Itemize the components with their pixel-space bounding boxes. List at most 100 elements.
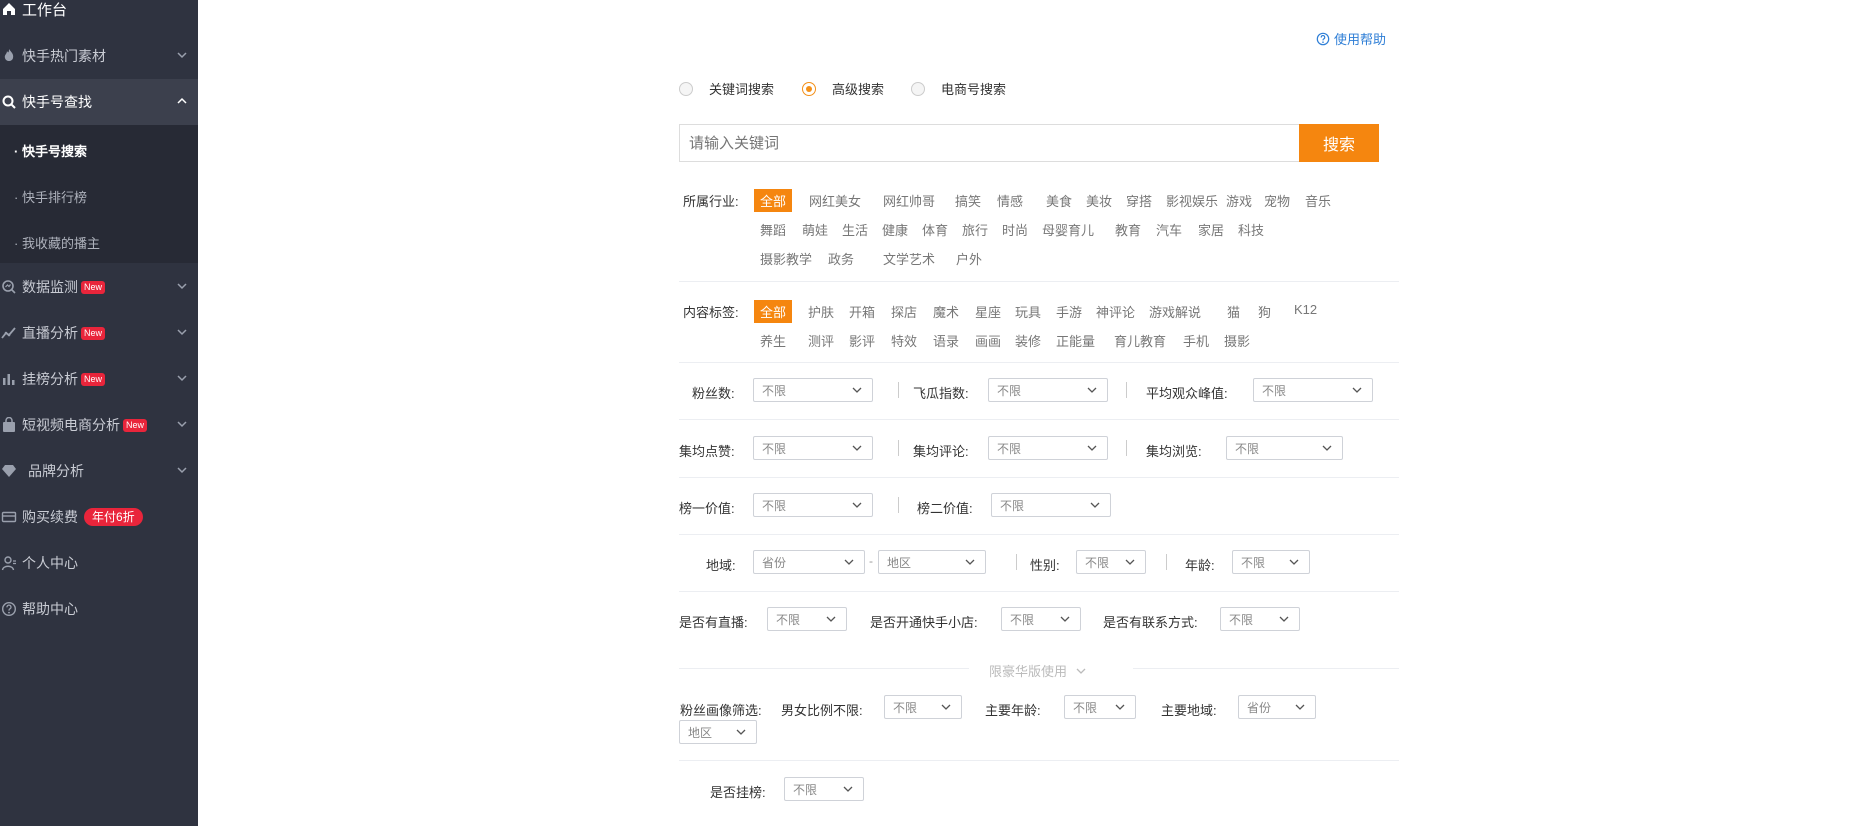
industry-tag[interactable]: 搞笑 [955,191,981,210]
select-value: 不限 [1010,612,1035,627]
help-link[interactable]: 使用帮助 [1316,29,1386,48]
industry-tag[interactable]: 情感 [997,191,1023,210]
likes-select[interactable]: 不限 [753,436,873,460]
industry-tag[interactable]: 游戏 [1226,191,1252,210]
industry-tag[interactable]: 音乐 [1305,191,1331,210]
radio-advanced-search[interactable]: 高级搜索 [802,79,884,98]
industry-tag[interactable]: 舞蹈 [760,220,786,239]
rank2-select[interactable]: 不限 [991,493,1111,517]
industry-tag[interactable]: 教育 [1115,220,1141,239]
sidebar: 工作台 快手热门素材 快手号查找 · 快手号搜索 · 快手排行榜 · 我收藏的播… [0,0,198,826]
industry-tag[interactable]: 体育 [922,220,948,239]
comments-select[interactable]: 不限 [988,436,1108,460]
content-tag[interactable]: 养生 [760,331,786,350]
shop-select[interactable]: 不限 [1001,607,1081,631]
nav-purchase-renewal[interactable]: 购买续费 年付6折 [0,494,198,540]
rank1-select[interactable]: 不限 [753,493,873,517]
content-tag[interactable]: 装修 [1015,331,1041,350]
content-tag[interactable]: 育儿教育 [1114,331,1166,350]
content-tag[interactable]: 探店 [891,302,917,321]
industry-tag[interactable]: 文学艺术 [883,249,935,268]
industry-tag[interactable]: 网红美女 [809,191,861,210]
nav-data-monitor[interactable]: 数据监测 New [0,264,198,310]
nav-kuaishou-hot-material[interactable]: 快手热门素材 [0,33,198,79]
content-tag[interactable]: 神评论 [1096,302,1135,321]
content-tag[interactable]: 猫 [1227,302,1240,321]
industry-tag[interactable]: 美食 [1046,191,1072,210]
industry-tag[interactable]: 宠物 [1264,191,1290,210]
industry-tag[interactable]: 旅行 [962,220,988,239]
nav-personal-center[interactable]: 个人中心 [0,540,198,586]
main-province-select[interactable]: 省份 [1238,695,1316,719]
ratio-select[interactable]: 不限 [884,695,962,719]
content-tag[interactable]: 游戏解说 [1149,302,1201,321]
fans-select[interactable]: 不限 [753,378,873,402]
main-area-select[interactable]: 地区 [679,720,757,744]
industry-tag[interactable]: 全部 [754,189,793,212]
main-age-select[interactable]: 不限 [1064,695,1136,719]
industry-tag[interactable]: 科技 [1238,220,1264,239]
feigua-select[interactable]: 不限 [988,378,1108,402]
content-tag[interactable]: 全部 [754,300,793,323]
industry-tag[interactable]: 生活 [842,220,868,239]
industry-tag[interactable]: 美妆 [1086,191,1112,210]
content-tag[interactable]: 语录 [933,331,959,350]
sub-item-ranking[interactable]: · 快手排行榜 [14,187,87,206]
industry-tag[interactable]: 家居 [1198,220,1224,239]
industry-tag[interactable]: 户外 [956,249,982,268]
content-tag[interactable]: 特效 [891,331,917,350]
content-tag[interactable]: 测评 [808,331,834,350]
nav-workbench[interactable]: 工作台 [0,0,198,32]
content-tag[interactable]: 手机 [1183,331,1209,350]
nav-live-analysis[interactable]: 直播分析 New [0,310,198,356]
search-input[interactable] [679,124,1303,162]
chevron-down-icon [852,387,862,393]
content-tag[interactable]: 开箱 [849,302,875,321]
age-select[interactable]: 不限 [1232,550,1310,574]
select-value: 省份 [762,555,787,570]
content-tag[interactable]: 护肤 [808,302,834,321]
industry-tag[interactable]: 影视娱乐 [1166,191,1218,210]
area-select[interactable]: 地区 [878,550,986,574]
nav-kuaishou-account-search[interactable]: 快手号查找 [0,79,198,125]
content-tag[interactable]: 玩具 [1015,302,1041,321]
content-tag[interactable]: 摄影 [1224,331,1250,350]
search-button[interactable]: 搜索 [1299,124,1379,162]
industry-tag[interactable]: 健康 [882,220,908,239]
nav-rank-analysis[interactable]: 挂榜分析 New [0,356,198,402]
nav-help-center[interactable]: 帮助中心 [0,586,198,632]
nav-brand-analysis[interactable]: 品牌分析 [0,448,198,494]
nav-ecommerce-analysis[interactable]: 短视频电商分析 New [0,402,198,448]
sub-item-account-search[interactable]: · 快手号搜索 [14,141,87,160]
gender-select[interactable]: 不限 [1076,550,1146,574]
ranked-select[interactable]: 不限 [784,777,864,801]
industry-tag[interactable]: 摄影教学 [760,249,812,268]
separator [898,497,899,513]
industry-tag[interactable]: 汽车 [1156,220,1182,239]
industry-tag[interactable]: 萌娃 [802,220,828,239]
content-tag[interactable]: 画画 [975,331,1001,350]
premium-toggle[interactable]: 限豪华版使用 [989,661,1087,680]
live-select[interactable]: 不限 [767,607,847,631]
industry-tag[interactable]: 穿搭 [1126,191,1152,210]
content-tag[interactable]: 正能量 [1056,331,1095,350]
radio-keyword-search[interactable]: 关键词搜索 [679,79,774,98]
content-tag[interactable]: 魔术 [933,302,959,321]
industry-tag[interactable]: 政务 [828,249,854,268]
chevron-down-icon [1322,445,1332,451]
industry-tag[interactable]: 时尚 [1002,220,1028,239]
content-tag[interactable]: 星座 [975,302,1001,321]
content-tag[interactable]: K12 [1294,302,1317,317]
nav-label: 帮助中心 [22,601,78,617]
radio-ecommerce-search[interactable]: 电商号搜索 [911,79,1006,98]
content-tag[interactable]: 影评 [849,331,875,350]
province-select[interactable]: 省份 [753,550,865,574]
industry-tag[interactable]: 网红帅哥 [883,191,935,210]
views-select[interactable]: 不限 [1226,436,1343,460]
industry-tag[interactable]: 母婴育儿 [1042,220,1094,239]
sub-item-favorites[interactable]: · 我收藏的播主 [14,233,100,252]
content-tag[interactable]: 狗 [1258,302,1271,321]
peak-select[interactable]: 不限 [1253,378,1373,402]
content-tag[interactable]: 手游 [1056,302,1082,321]
contact-select[interactable]: 不限 [1220,607,1300,631]
